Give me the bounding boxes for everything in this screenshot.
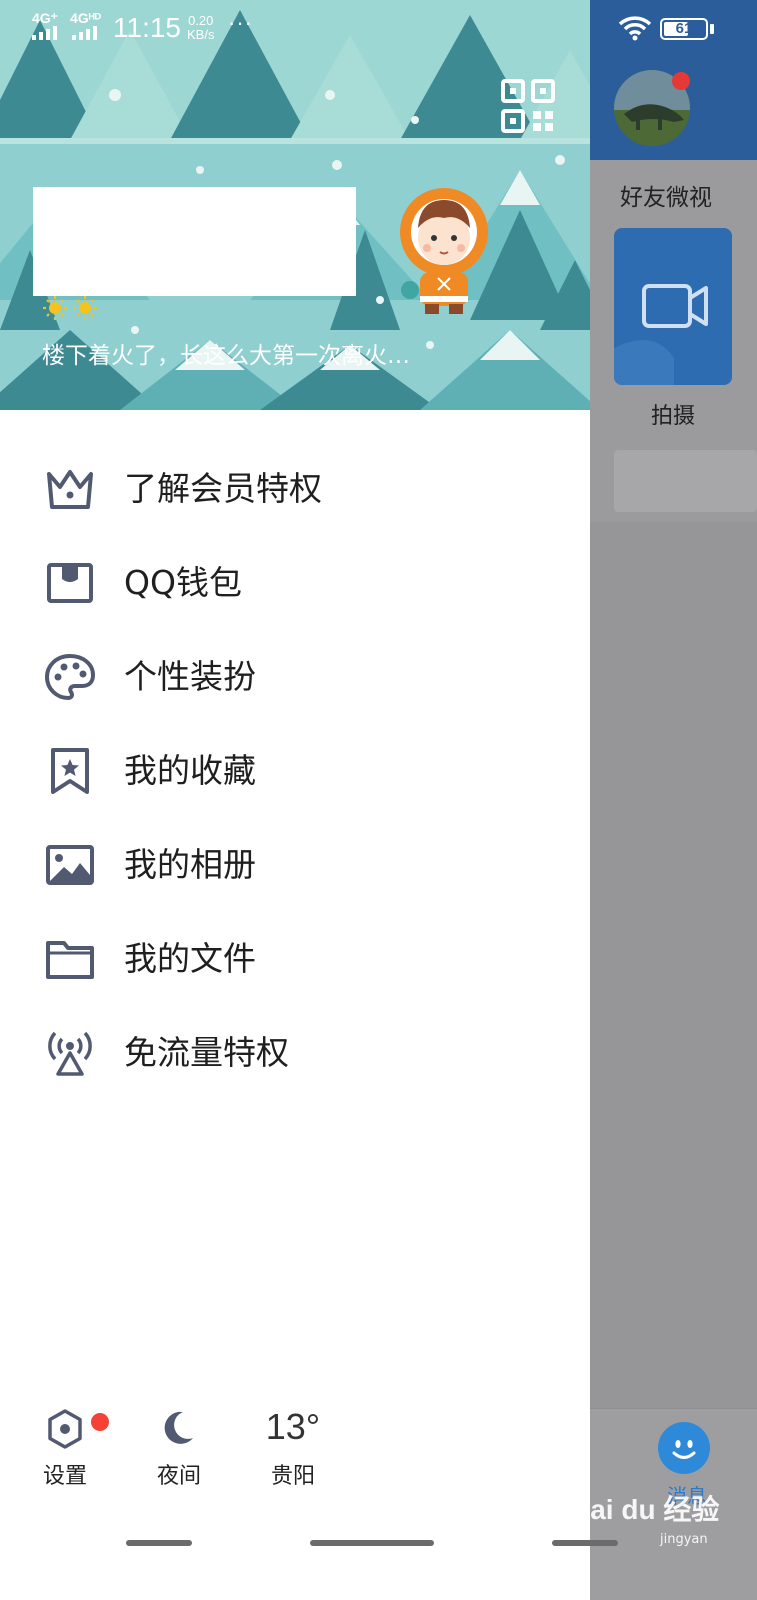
night-mode-label: 夜间 <box>156 1464 201 1489</box>
messages-tab-icon[interactable] <box>658 1422 710 1474</box>
speed-value: 0.20 <box>188 13 214 28</box>
menu-item-files[interactable]: 我的文件 <box>0 912 590 1006</box>
nav-pill-left[interactable] <box>126 1540 192 1546</box>
menu-item-album[interactable]: 我的相册 <box>0 818 590 912</box>
moon-icon <box>164 1411 193 1444</box>
palette-icon <box>44 653 96 701</box>
menu-item-label: 免流量特权 <box>124 1033 289 1072</box>
personal-signature[interactable]: 楼下着火了，长这么大第一次离火… <box>42 336 512 370</box>
settings-hexagon-icon <box>48 1409 82 1449</box>
menu-item-free-data[interactable]: 免流量特权 <box>0 1006 590 1100</box>
watermark: Bai du 经验 <box>570 1494 720 1525</box>
menu-item-label: 我的相册 <box>124 845 256 884</box>
bookmark-star-icon <box>51 748 89 794</box>
wifi-icon <box>618 16 652 41</box>
signal-bars-icon <box>32 26 57 40</box>
wallet-icon <box>47 563 93 603</box>
main-screen-dimmed[interactable]: 61 好友微视 拍摄 消息 <box>590 0 757 1600</box>
nav-pill-right[interactable] <box>552 1540 618 1546</box>
crown-icon <box>47 470 93 509</box>
clock: 11:15 <box>113 12 181 43</box>
sun-level-icon <box>43 296 97 320</box>
status-bar-right: 61 <box>590 0 757 58</box>
settings-badge-dot <box>91 1413 109 1431</box>
menu-item-favorites[interactable]: 我的收藏 <box>0 724 590 818</box>
menu-item-label: QQ钱包 <box>124 563 242 602</box>
notification-dot <box>672 72 690 90</box>
network-speed: 0.20 KB/s <box>187 14 214 42</box>
settings-label: 设置 <box>42 1464 87 1489</box>
menu-item-personalize[interactable]: 个性装扮 <box>0 630 590 724</box>
smile-icon <box>672 1440 696 1459</box>
battery-indicator: 61 <box>660 18 708 40</box>
network-type-1: 4G⁺ <box>32 10 59 26</box>
temperature: 13° <box>265 1406 321 1447</box>
weather-button[interactable]: 13° 贵阳 <box>248 1400 338 1500</box>
level-badges[interactable] <box>42 294 102 328</box>
menu-item-vip-privileges[interactable]: 了解会员特权 <box>0 442 590 536</box>
network-type-2: 4Gᴴᴰ <box>70 10 102 26</box>
nickname-redacted[interactable] <box>33 187 356 296</box>
signal-bars-icon <box>72 26 97 40</box>
menu-item-qq-wallet[interactable]: QQ钱包 <box>0 536 590 630</box>
watermark-sub: jingyan <box>660 1532 708 1547</box>
battery-tip <box>710 24 714 34</box>
battery-percent: 61 <box>675 20 693 37</box>
search-bar-placeholder[interactable] <box>614 450 757 512</box>
side-drawer: 4G⁺ 4Gᴴᴰ 11:15 0.20 KB/s ··· 楼下着火了，长这么大第… <box>0 0 590 1600</box>
video-camera-icon <box>614 284 708 385</box>
nav-pill-home[interactable] <box>310 1540 434 1546</box>
qr-code-icon <box>501 79 555 133</box>
shoot-video-button[interactable] <box>614 228 732 385</box>
qr-code-button[interactable] <box>500 78 556 134</box>
friend-video-title: 好友微视 <box>620 185 712 211</box>
drawer-bottom-bar: 设置 夜间 13° 贵阳 <box>0 1400 590 1520</box>
message-list-area <box>590 522 757 1408</box>
menu-item-label: 个性装扮 <box>124 657 256 696</box>
folder-icon <box>46 941 94 979</box>
profile-header[interactable]: 4G⁺ 4Gᴴᴰ 11:15 0.20 KB/s ··· 楼下着火了，长这么大第… <box>0 0 590 410</box>
status-bar: 4G⁺ 4Gᴴᴰ 11:15 0.20 KB/s ··· <box>0 0 590 58</box>
shoot-label: 拍摄 <box>650 404 695 429</box>
more-notifications-icon: ··· <box>228 10 253 35</box>
menu-item-label: 我的文件 <box>124 939 256 978</box>
photo-album-icon <box>46 845 94 885</box>
signal-tower-icon <box>48 1031 92 1076</box>
city-label: 贵阳 <box>270 1464 315 1489</box>
menu-item-label: 我的收藏 <box>124 751 256 790</box>
menu-item-label: 了解会员特权 <box>124 469 322 508</box>
speed-unit: KB/s <box>187 27 215 42</box>
night-mode-button[interactable]: 夜间 <box>134 1400 224 1500</box>
